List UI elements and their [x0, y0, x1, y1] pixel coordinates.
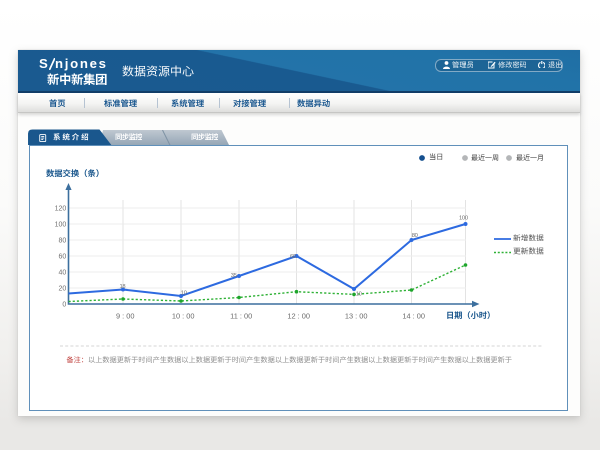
- svg-text:80: 80: [412, 233, 418, 239]
- svg-text:0: 0: [62, 301, 66, 308]
- svg-text:14 : 00: 14 : 00: [402, 312, 425, 321]
- svg-text:60: 60: [290, 254, 296, 260]
- svg-text:40: 40: [59, 269, 67, 276]
- svg-text:20: 20: [59, 285, 67, 292]
- svg-text:10: 10: [181, 290, 187, 296]
- svg-text:10: 10: [356, 292, 362, 298]
- svg-text:35: 35: [231, 273, 237, 279]
- svg-text:80: 80: [59, 237, 67, 244]
- svg-text:12 : 00: 12 : 00: [287, 312, 310, 321]
- svg-text:9 : 00: 9 : 00: [116, 312, 135, 321]
- svg-text:100: 100: [459, 216, 468, 222]
- svg-text:10 : 00: 10 : 00: [172, 312, 195, 321]
- svg-text:11 : 00: 11 : 00: [230, 312, 252, 321]
- svg-text:18: 18: [120, 284, 126, 290]
- svg-text:60: 60: [59, 253, 67, 260]
- svg-text:13 : 00: 13 : 00: [345, 312, 368, 321]
- svg-text:100: 100: [55, 221, 67, 228]
- svg-text:120: 120: [55, 205, 67, 212]
